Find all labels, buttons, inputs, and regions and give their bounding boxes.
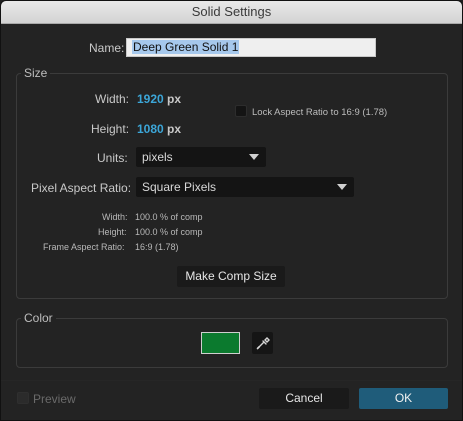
units-dropdown[interactable]: pixels <box>136 147 266 167</box>
color-group-title: Color <box>21 311 56 325</box>
ok-button[interactable]: OK <box>359 388 448 409</box>
name-label: Name: <box>89 41 125 55</box>
info-frame-aspect-value: 16:9 (1.78) <box>135 242 179 252</box>
info-height-value: 100.0 % of comp <box>135 227 203 237</box>
units-dropdown-value: pixels <box>142 150 173 164</box>
width-value[interactable]: 1920 <box>137 92 164 106</box>
size-group-title: Size <box>21 66 51 80</box>
chevron-down-icon <box>249 154 259 160</box>
pixel-aspect-dropdown[interactable]: Square Pixels <box>136 177 354 197</box>
make-comp-size-button[interactable]: Make Comp Size <box>177 266 285 287</box>
eyedropper-button[interactable] <box>252 332 273 354</box>
info-height-label: Height: <box>98 227 127 237</box>
lock-aspect-label: Lock Aspect Ratio to 16:9 (1.78) <box>252 107 388 118</box>
preview-label: Preview <box>33 392 76 406</box>
name-field[interactable]: Deep Green Solid 1 <box>126 38 376 57</box>
width-label: Width: <box>95 92 130 106</box>
preview-checkbox[interactable] <box>17 392 29 404</box>
footer-divider <box>1 380 462 381</box>
eyedropper-icon <box>256 337 270 350</box>
width-unit: px <box>167 92 182 106</box>
info-width-value: 100.0 % of comp <box>135 212 203 222</box>
lock-aspect-checkbox[interactable] <box>235 105 247 117</box>
name-field-value: Deep Green Solid 1 <box>132 40 240 54</box>
height-unit: px <box>167 122 182 136</box>
info-width-label: Width: <box>102 212 128 222</box>
window-title: Solid Settings <box>1 1 462 24</box>
cancel-button[interactable]: Cancel <box>259 388 349 409</box>
height-value[interactable]: 1080 <box>137 122 164 136</box>
height-label: Height: <box>91 122 130 136</box>
chevron-down-icon <box>337 184 347 190</box>
units-label: Units: <box>97 151 128 165</box>
pixel-aspect-dropdown-value: Square Pixels <box>142 180 217 194</box>
solid-settings-dialog: Solid Settings Name: Deep Green Solid 1 … <box>0 0 463 421</box>
info-frame-aspect-label: Frame Aspect Ratio: <box>43 242 125 252</box>
pixel-aspect-label: Pixel Aspect Ratio: <box>31 181 132 195</box>
color-swatch[interactable] <box>201 332 240 354</box>
